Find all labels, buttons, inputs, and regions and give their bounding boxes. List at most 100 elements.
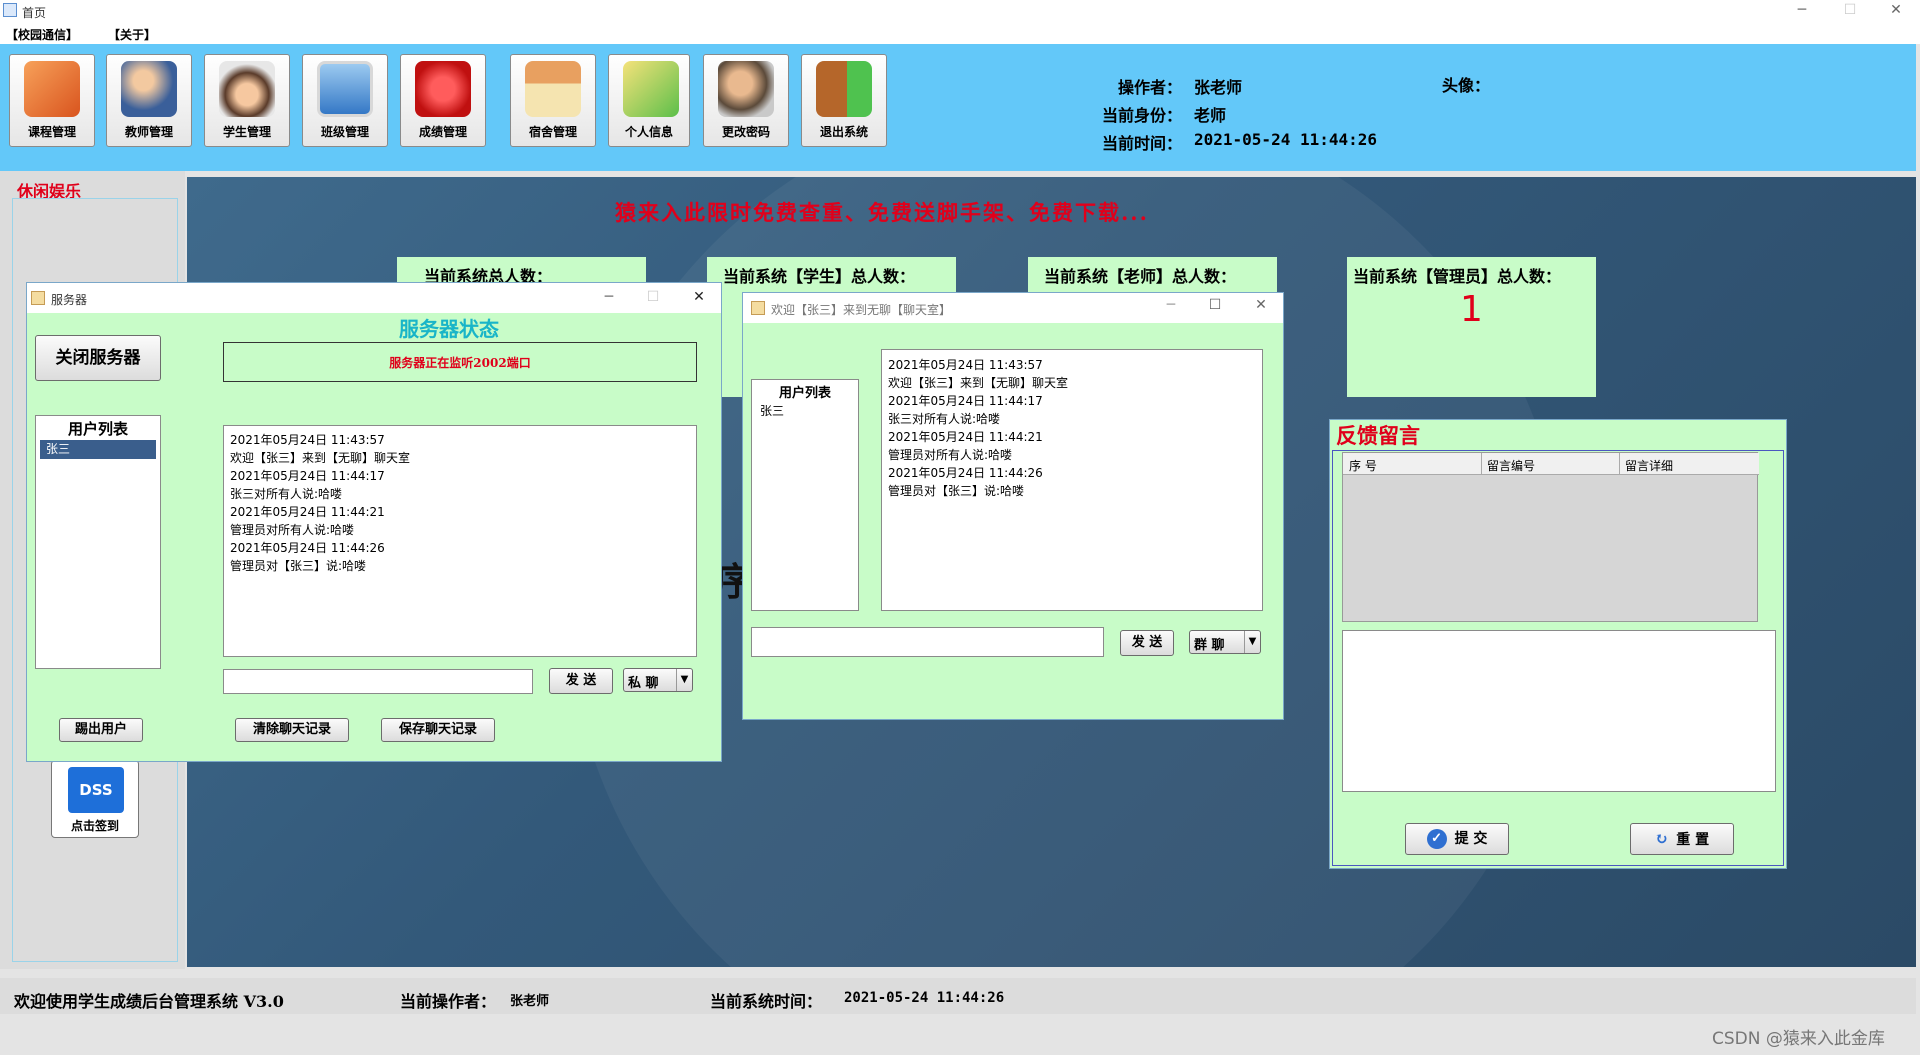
close-button[interactable]: ✕ xyxy=(1876,2,1916,18)
exit-system-button[interactable]: 退出系统 xyxy=(801,54,887,147)
close-server-button[interactable]: 关闭服务器 xyxy=(35,335,161,381)
operator-name: 张老师 xyxy=(1194,78,1243,97)
user-list-item[interactable]: 张三 xyxy=(760,402,784,419)
save-chat-button[interactable]: 保存聊天记录 xyxy=(381,718,495,742)
stat-value: 1 xyxy=(1460,289,1483,330)
column-header[interactable]: 留言编号 xyxy=(1487,457,1535,474)
server-window-titlebar: 服务器 ─ ☐ ✕ xyxy=(27,283,721,313)
toolbar-button-label: 更改密码 xyxy=(721,125,770,139)
toolbar: 课程管理 教师管理 学生管理 班级管理 成绩管理 宿舍管理 个人信息 更改密码 … xyxy=(0,44,1916,171)
role-label: 当前身份： xyxy=(1102,106,1183,125)
lock-user-icon xyxy=(718,61,774,117)
toolbar-button-label: 宿舍管理 xyxy=(528,125,577,139)
stat-label: 当前系统【管理员】总人数： xyxy=(1353,267,1562,286)
menu-campus-comm[interactable]: 【校园通信】 xyxy=(6,26,78,43)
personal-info-button[interactable]: 个人信息 xyxy=(608,54,690,147)
column-header[interactable]: 留言详细 xyxy=(1625,457,1673,474)
teachers-icon xyxy=(121,61,177,117)
feedback-textarea[interactable] xyxy=(1342,630,1776,792)
dorm-management-button[interactable]: 宿舍管理 xyxy=(510,54,596,147)
reset-button[interactable]: ↻ 重 置 xyxy=(1630,823,1734,855)
server-user-list[interactable]: 用户列表 张三 xyxy=(35,415,161,669)
select-value: 群 聊 xyxy=(1194,638,1225,653)
server-send-button[interactable]: 发 送 xyxy=(549,668,613,694)
chat-message-input[interactable] xyxy=(751,627,1104,657)
feedback-title: 反馈留言 xyxy=(1336,423,1420,448)
check-icon: ✓ xyxy=(1426,829,1447,849)
grades-icon xyxy=(415,61,471,117)
window-titlebar: 首页 ─ ☐ ✕ xyxy=(0,0,1920,22)
message-line: 2021年05月24日 11:44:26 xyxy=(230,541,385,555)
folder-icon xyxy=(24,61,80,117)
server-message-input[interactable] xyxy=(223,669,533,694)
feedback-panel: 反馈留言 序 号 留言编号 留言详细 ✓ 提 交 ↻ 重 置 xyxy=(1329,419,1787,869)
menu-about[interactable]: 【关于】 xyxy=(108,26,156,43)
user-list-title: 用户列表 xyxy=(67,420,128,438)
minimize-button[interactable]: ─ xyxy=(589,289,629,305)
grade-management-button[interactable]: 成绩管理 xyxy=(400,54,486,147)
message-line: 2021年05月24日 11:43:57 xyxy=(888,358,1043,372)
java-icon xyxy=(31,291,45,305)
maximize-button[interactable]: ☐ xyxy=(1830,2,1870,18)
minimize-button[interactable]: ─ xyxy=(1151,297,1191,313)
course-management-button[interactable]: 课程管理 xyxy=(9,54,95,147)
kick-user-button[interactable]: 踢出用户 xyxy=(59,718,143,742)
current-time: 2021-05-24 11:44:26 xyxy=(1194,130,1378,149)
java-icon xyxy=(751,301,765,315)
chat-window: 欢迎【张三】来到无聊【聊天室】 ─ ☐ ✕ 用户列表 张三 2021年05月24… xyxy=(742,292,1284,720)
close-button[interactable]: ✕ xyxy=(679,289,719,305)
select-value: 私 聊 xyxy=(628,676,659,691)
server-status-heading: 服务器状态 xyxy=(399,317,499,341)
operator-label: 操作者： xyxy=(1118,78,1183,97)
server-window-title: 服务器 xyxy=(51,293,88,307)
role-value: 老师 xyxy=(1194,106,1227,125)
chevron-down-icon: ▼ xyxy=(676,669,692,691)
feedback-table[interactable]: 序 号 留言编号 留言详细 xyxy=(1342,452,1759,622)
chat-send-button[interactable]: 发 送 xyxy=(1120,630,1174,656)
class-management-button[interactable]: 班级管理 xyxy=(302,54,388,147)
toolbar-button-label: 个人信息 xyxy=(624,125,673,139)
chat-message-area[interactable]: 2021年05月24日 11:43:57 欢迎【张三】来到【无聊】聊天室 202… xyxy=(881,349,1263,611)
window-title: 首页 xyxy=(22,6,47,20)
close-button[interactable]: ✕ xyxy=(1241,297,1281,313)
clear-chat-button[interactable]: 清除聊天记录 xyxy=(235,718,349,742)
sign-in-button[interactable]: DSS 点击签到 xyxy=(51,760,139,838)
message-line: 张三对所有人说:哈喽 xyxy=(230,487,343,501)
server-status-text: 服务器正在监听2002端口 xyxy=(389,356,531,370)
student-management-button[interactable]: 学生管理 xyxy=(204,54,290,147)
message-line: 2021年05月24日 11:44:17 xyxy=(888,394,1043,408)
chat-window-titlebar: 欢迎【张三】来到无聊【聊天室】 ─ ☐ ✕ xyxy=(743,293,1283,323)
menu-bar: 【校园通信】 【关于】 xyxy=(0,22,1920,44)
change-password-button[interactable]: 更改密码 xyxy=(703,54,789,147)
status-time: 2021-05-24 11:44:26 xyxy=(844,990,1005,1006)
server-chat-mode-select[interactable]: 私 聊 ▼ xyxy=(623,668,693,692)
app-icon xyxy=(3,3,17,17)
minimize-button[interactable]: ─ xyxy=(1782,2,1822,18)
message-line: 管理员对所有人说:哈喽 xyxy=(888,448,1013,462)
table-header: 序 号 留言编号 留言详细 xyxy=(1343,453,1759,475)
chat-user-list[interactable]: 用户列表 张三 xyxy=(751,379,859,611)
computer-icon xyxy=(317,61,373,117)
reset-label: 重 置 xyxy=(1676,832,1710,848)
submit-button[interactable]: ✓ 提 交 xyxy=(1405,823,1509,855)
message-line: 张三对所有人说:哈喽 xyxy=(888,412,1001,426)
toolbar-button-label: 课程管理 xyxy=(27,125,76,139)
column-header[interactable]: 序 号 xyxy=(1349,457,1377,474)
time-label: 当前时间： xyxy=(1102,134,1183,153)
personal-info-icon xyxy=(623,61,679,117)
welcome-text: 欢迎使用学生成绩后台管理系统 V3.0 xyxy=(14,992,284,1011)
maximize-button[interactable]: ☐ xyxy=(1195,297,1235,313)
message-line: 2021年05月24日 11:44:26 xyxy=(888,466,1043,480)
server-window: 服务器 ─ ☐ ✕ 关闭服务器 服务器状态 服务器正在监听2002端口 用户列表… xyxy=(26,282,722,762)
user-list-item[interactable]: 张三 xyxy=(40,440,156,459)
stat-label: 当前系统【老师】总人数： xyxy=(1044,267,1237,286)
server-status-box: 服务器正在监听2002端口 xyxy=(223,342,697,382)
teacher-management-button[interactable]: 教师管理 xyxy=(106,54,192,147)
user-list-title: 用户列表 xyxy=(778,386,831,401)
sign-in-label: 点击签到 xyxy=(70,819,119,833)
message-line: 欢迎【张三】来到【无聊】聊天室 xyxy=(888,376,1069,390)
chat-mode-select[interactable]: 群 聊 ▼ xyxy=(1189,630,1261,654)
server-message-area[interactable]: 2021年05月24日 11:43:57 欢迎【张三】来到【无聊】聊天室 202… xyxy=(223,425,697,657)
message-line: 欢迎【张三】来到【无聊】聊天室 xyxy=(230,451,411,465)
maximize-button[interactable]: ☐ xyxy=(633,289,673,305)
